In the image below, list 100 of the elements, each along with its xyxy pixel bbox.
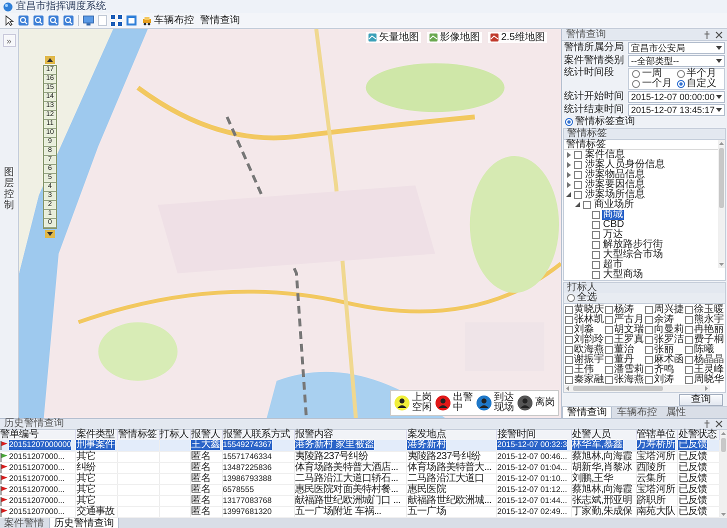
- table-row[interactable]: 20151207000... 其它 匿名 15571746334 夷陵路237号纠纷 夷陵路237号纠纷 2015-12-07 00:46... 蔡旭林,向海霞 宝塔河所 已反馈: [0, 451, 720, 462]
- table-row[interactable]: 20151207000... 交通事故 匿名 13997681320 五一广场附近 车祸... 五一广场 2015-12-07 02:49... 丁家勤,朱成保 南苑大队 已反馈: [0, 506, 720, 517]
- checkbox[interactable]: [574, 181, 582, 189]
- column-header[interactable]: 处警人员: [572, 430, 636, 440]
- checkbox[interactable]: [685, 316, 693, 324]
- checkbox[interactable]: [574, 151, 582, 159]
- checkbox[interactable]: [605, 376, 613, 384]
- column-header[interactable]: 案件类型: [76, 430, 118, 440]
- checkbox[interactable]: [605, 316, 613, 324]
- tree-item[interactable]: 大型商场: [602, 270, 644, 280]
- checkbox[interactable]: [592, 221, 600, 229]
- checkbox[interactable]: [645, 356, 653, 364]
- checkbox[interactable]: [583, 201, 591, 209]
- column-header[interactable]: 打标人: [159, 430, 191, 440]
- table-row[interactable]: 20151207000... 纠纷 匿名 13487225836 体育场路美特普大酒店... 体育场路美特普大... 2015-12-07 01:04... 胡新华,肖黎冰 西陵所 已反馈: [0, 462, 720, 473]
- zoom-up-button[interactable]: [45, 56, 55, 64]
- scrollbar[interactable]: [718, 140, 725, 268]
- date-time-field[interactable]: 2015-12-07 00:00:00: [628, 91, 725, 103]
- column-header[interactable]: 报警内容: [294, 430, 407, 440]
- scrollbar[interactable]: [564, 385, 710, 392]
- column-header[interactable]: 报警人: [190, 430, 222, 440]
- radio-button[interactable]: [565, 118, 573, 126]
- radio-button[interactable]: [632, 70, 640, 78]
- alarm-query-button[interactable]: 警情查询: [199, 15, 241, 26]
- dropdown-field[interactable]: --全部类型--: [628, 55, 725, 67]
- checkbox[interactable]: [592, 271, 600, 279]
- panel-tab[interactable]: 属性: [662, 407, 690, 418]
- checkbox[interactable]: [645, 316, 653, 324]
- window-icon[interactable]: [126, 15, 137, 26]
- fullscreen-icon[interactable]: [111, 15, 122, 26]
- checkbox[interactable]: [605, 306, 613, 314]
- tree-item[interactable]: 案件信息: [584, 150, 626, 160]
- checkbox[interactable]: [645, 346, 653, 354]
- checkbox[interactable]: [574, 171, 582, 179]
- tree-item[interactable]: 涉案人员身份信息: [584, 160, 666, 170]
- checkbox[interactable]: [685, 326, 693, 334]
- checkbox[interactable]: [645, 376, 653, 384]
- monitor-icon[interactable]: [83, 15, 94, 26]
- column-header[interactable]: 接警时间: [496, 430, 572, 440]
- checkbox[interactable]: [592, 231, 600, 239]
- checkbox[interactable]: [574, 191, 582, 199]
- column-header[interactable]: 管辖单位: [636, 430, 678, 440]
- checkbox[interactable]: [685, 306, 693, 314]
- checkbox[interactable]: [592, 261, 600, 269]
- query-button[interactable]: 查询: [679, 394, 723, 406]
- map-layer-button[interactable]: 矢量地图: [366, 32, 422, 43]
- panel-tab[interactable]: 车辆布控: [613, 407, 661, 418]
- checkbox[interactable]: [645, 306, 653, 314]
- checkbox[interactable]: [565, 336, 573, 344]
- panel-tab[interactable]: 警情查询: [562, 407, 612, 418]
- checkbox[interactable]: [592, 251, 600, 259]
- tree-item[interactable]: 商业场所: [593, 200, 635, 210]
- tree-item[interactable]: 涉案物品信息: [584, 170, 646, 180]
- checkbox[interactable]: [645, 366, 653, 374]
- tree-item[interactable]: 大型综合市场: [602, 250, 664, 260]
- radio-button[interactable]: [632, 80, 640, 88]
- checkbox[interactable]: [565, 366, 573, 374]
- checkbox[interactable]: [685, 346, 693, 354]
- map-layer-button[interactable]: 2.5维地图: [488, 32, 547, 43]
- checkbox[interactable]: [605, 326, 613, 334]
- checkbox[interactable]: [685, 356, 693, 364]
- checkbox[interactable]: [565, 376, 573, 384]
- collapse-arrow-icon[interactable]: [575, 202, 581, 208]
- expand-arrow-icon[interactable]: [566, 182, 572, 188]
- radio-button[interactable]: [567, 294, 575, 302]
- checkbox[interactable]: [574, 161, 582, 169]
- pointer-icon[interactable]: [4, 15, 14, 26]
- vehicle-control-button[interactable]: 车辆布控: [141, 15, 195, 26]
- tree-item[interactable]: 涉案场所信息: [584, 190, 646, 200]
- checkbox[interactable]: [565, 346, 573, 354]
- checkbox[interactable]: [685, 336, 693, 344]
- column-header[interactable]: 处警状态: [678, 430, 720, 440]
- table-row[interactable]: 20151207000... 其它 匿名 13986793388 二马路沿江大道口轿石... 二马路沿江大道口 2015-12-07 01:10... 刘鹏,王华 云集所 已反馈: [0, 473, 720, 484]
- tree-item[interactable]: 解放路步行街: [602, 240, 664, 250]
- expand-button[interactable]: »: [2, 34, 16, 47]
- column-header[interactable]: 案发地点: [406, 430, 497, 440]
- panel-tab[interactable]: 案件警情: [0, 518, 48, 528]
- checkbox[interactable]: [685, 366, 693, 374]
- date-time-field[interactable]: 2015-12-07 13:45:17: [628, 104, 725, 116]
- tree-item[interactable]: 涉案要因信息: [584, 180, 646, 190]
- checkbox[interactable]: [565, 316, 573, 324]
- expand-arrow-icon[interactable]: [566, 172, 572, 178]
- expand-arrow-icon[interactable]: [566, 152, 572, 158]
- dropdown-field[interactable]: 宜昌市公安局: [628, 42, 725, 54]
- radio-button[interactable]: [676, 70, 684, 78]
- checkbox[interactable]: [645, 336, 653, 344]
- panel-tab[interactable]: 历史警情查询: [49, 518, 119, 528]
- close-icon[interactable]: [715, 420, 723, 428]
- checkbox[interactable]: [592, 241, 600, 249]
- map-layer-button[interactable]: 影像地图: [427, 32, 482, 43]
- tree-item[interactable]: 超市: [602, 260, 624, 270]
- expand-arrow-icon[interactable]: [566, 162, 572, 168]
- close-icon[interactable]: [715, 30, 723, 38]
- collapse-arrow-icon[interactable]: [566, 192, 572, 198]
- column-header[interactable]: 报警人联系方式: [222, 430, 294, 440]
- tree-item[interactable]: CBD: [602, 220, 626, 230]
- checkbox[interactable]: [605, 366, 613, 374]
- zoom-down-button[interactable]: [45, 230, 55, 238]
- tree-item[interactable]: 万达: [602, 230, 624, 240]
- checkbox[interactable]: [565, 356, 573, 364]
